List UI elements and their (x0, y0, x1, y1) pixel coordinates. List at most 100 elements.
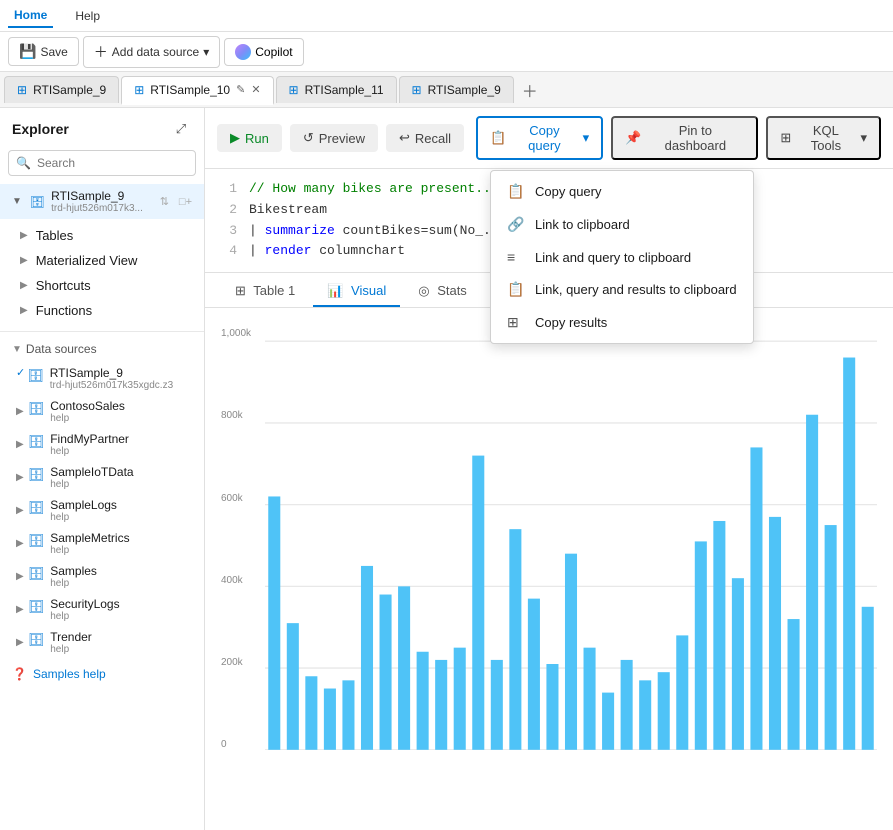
nav-item-help[interactable]: Help (69, 5, 106, 27)
ds-icon: 🗄 (28, 533, 45, 549)
main-layout: Explorer ⤢ 🔍 ▼ 🗄 RTISample_9 trd-hjut526… (0, 108, 893, 830)
expand-icon: ▶ (16, 637, 24, 648)
run-button[interactable]: ▶ Run (217, 124, 282, 152)
matview-arrow-icon: ▶ (20, 255, 28, 266)
expand-icon: ▼ (12, 196, 22, 207)
visual-icon: 📊 (327, 283, 343, 298)
tab-rtisample9-second[interactable]: ⊞ RTISample_9 (399, 76, 514, 103)
save-button[interactable]: 💾 Save (8, 37, 79, 66)
kql-chevron-icon: ▾ (860, 130, 867, 146)
help-icon: ❓ (12, 667, 27, 681)
y-label-200k: 200k (221, 657, 251, 668)
add-icon[interactable]: □+ (179, 196, 192, 208)
results-area: ⊞ Table 1 📊 Visual ◎ Stats 1,000k 800k 6… (205, 273, 893, 830)
y-label-1000k: 1,000k (221, 328, 251, 339)
list-item[interactable]: ▶ 🗄 Samples help (0, 560, 204, 593)
check-icon: ✓ (16, 366, 25, 379)
sidebar-expand-button[interactable]: ⤢ (170, 118, 192, 140)
list-item[interactable]: ▶ 🗄 FindMyPartner help (0, 428, 204, 461)
dropdown-item-link-query-results[interactable]: 📋 Link, query and results to clipboard (491, 273, 753, 306)
stats-icon: ◎ (418, 283, 429, 298)
expand-icon: ▶ (16, 472, 24, 483)
copy-query-chevron-icon: ▾ (583, 130, 590, 146)
list-item[interactable]: ▶ 🗄 ContosoSales help (0, 395, 204, 428)
main-toolbar: 💾 Save ＋ Add data source ▾ Copilot (0, 32, 893, 72)
sort-icon: ⇅ (160, 195, 169, 208)
top-navigation: Home Help (0, 0, 893, 32)
tab-icon-3: ⊞ (289, 83, 299, 97)
tab-stats[interactable]: ◎ Stats (404, 277, 481, 307)
list-item[interactable]: ▶ 🗄 SecurityLogs help (0, 593, 204, 626)
expand-icon: ▶ (16, 505, 24, 516)
tab-visual[interactable]: 📊 Visual (313, 277, 400, 307)
tab-icon-2: ⊞ (134, 83, 144, 97)
copilot-button[interactable]: Copilot (224, 38, 303, 66)
ds-icon: 🗄 (28, 401, 45, 417)
ds-icon-rtisample9: 🗄 (27, 368, 44, 384)
recall-icon: ↩ (399, 130, 410, 146)
y-label-400k: 400k (221, 575, 251, 586)
tab-rtisample11[interactable]: ⊞ RTISample_11 (276, 76, 397, 103)
nav-item-tables[interactable]: ▶ Tables (12, 223, 192, 248)
data-sources-header[interactable]: ▼ Data sources (0, 336, 204, 362)
add-icon: ＋ (94, 42, 108, 62)
datasources-list: ✓ 🗄 RTISample_9 trd-hjut526m017k35xgdc.z… (0, 362, 204, 659)
expand-icon: ▶ (16, 604, 24, 615)
y-label-800k: 800k (221, 410, 251, 421)
sidebar-actions: ⤢ (170, 118, 192, 140)
kql-icon: ⊞ (780, 130, 791, 146)
add-data-source-button[interactable]: ＋ Add data source ▾ (83, 36, 220, 68)
kql-tools-button[interactable]: ⊞ KQL Tools ▾ (766, 116, 881, 160)
copy-query-dropdown: 📋 Copy query 🔗 Link to clipboard ≡ Link … (490, 170, 754, 344)
tab-rtisample10[interactable]: ⊞ RTISample_10 ✎ ✕ (121, 76, 273, 105)
tab-rtisample9-first[interactable]: ⊞ RTISample_9 (4, 76, 119, 103)
tab-close-icon[interactable]: ✕ (251, 83, 260, 96)
tables-arrow-icon: ▶ (20, 230, 28, 241)
save-icon: 💾 (19, 43, 36, 60)
copilot-icon (235, 44, 251, 60)
nav-item-functions[interactable]: ▶ Functions (12, 298, 192, 323)
search-input[interactable] (8, 150, 196, 176)
ds-icon: 🗄 (28, 566, 45, 582)
list-item[interactable]: ▶ 🗄 SampleIoTData help (0, 461, 204, 494)
add-datasource-chevron-icon: ▾ (203, 45, 209, 59)
ds-icon: 🗄 (28, 500, 45, 516)
search-icon: 🔍 (16, 156, 31, 170)
list-item[interactable]: ▶ 🗄 Trender help (0, 626, 204, 659)
tabs-bar: ⊞ RTISample_9 ⊞ RTISample_10 ✎ ✕ ⊞ RTISa… (0, 72, 893, 108)
new-tab-button[interactable]: ＋ (516, 76, 544, 104)
sidebar-title: Explorer (12, 121, 69, 137)
nav-item-home[interactable]: Home (8, 4, 53, 28)
run-icon: ▶ (230, 130, 240, 146)
preview-button[interactable]: ↺ Preview (290, 124, 378, 152)
dropdown-item-copy-query[interactable]: 📋 Copy query (491, 175, 753, 208)
tab-table1[interactable]: ⊞ Table 1 (221, 277, 309, 307)
sidebar: Explorer ⤢ 🔍 ▼ 🗄 RTISample_9 trd-hjut526… (0, 108, 205, 830)
sidebar-header: Explorer ⤢ (0, 108, 204, 146)
y-label-0: 0 (221, 739, 251, 750)
dropdown-item-copy-results[interactable]: ⊞ Copy results (491, 306, 753, 339)
copy-query-button[interactable]: 📋 Copy query ▾ (476, 116, 603, 160)
tab-edit-icon[interactable]: ✎ (236, 83, 245, 96)
ds-collapse-icon: ▼ (12, 344, 22, 355)
link-query-results-icon: 📋 (507, 281, 525, 298)
copy-icon: 📋 (490, 130, 506, 146)
tab-icon-1: ⊞ (17, 83, 27, 97)
expand-icon: ▶ (16, 538, 24, 549)
list-item[interactable]: ✓ 🗄 RTISample_9 trd-hjut526m017k35xgdc.z… (0, 362, 204, 395)
pin-dashboard-button[interactable]: 📌 Pin to dashboard (611, 116, 758, 160)
pin-icon: 📌 (625, 130, 641, 146)
active-datasource[interactable]: ▼ 🗄 RTISample_9 trd-hjut526m017k3... ⇅ □… (0, 184, 204, 219)
nav-item-shortcuts[interactable]: ▶ Shortcuts (12, 273, 192, 298)
nav-item-materialized-view[interactable]: ▶ Materialized View (12, 248, 192, 273)
list-item[interactable]: ▶ 🗄 SampleMetrics help (0, 527, 204, 560)
recall-button[interactable]: ↩ Recall (386, 124, 464, 152)
tab-icon-4: ⊞ (412, 83, 422, 97)
list-item[interactable]: ▶ 🗄 SampleLogs help (0, 494, 204, 527)
link-query-clipboard-icon: ≡ (507, 249, 525, 265)
dropdown-item-link-query-clipboard[interactable]: ≡ Link and query to clipboard (491, 241, 753, 273)
copy-query-icon: 📋 (507, 183, 525, 200)
dropdown-item-link-clipboard[interactable]: 🔗 Link to clipboard (491, 208, 753, 241)
samples-help-link[interactable]: ❓ Samples help (0, 659, 204, 689)
ds-icon: 🗄 (28, 599, 45, 615)
